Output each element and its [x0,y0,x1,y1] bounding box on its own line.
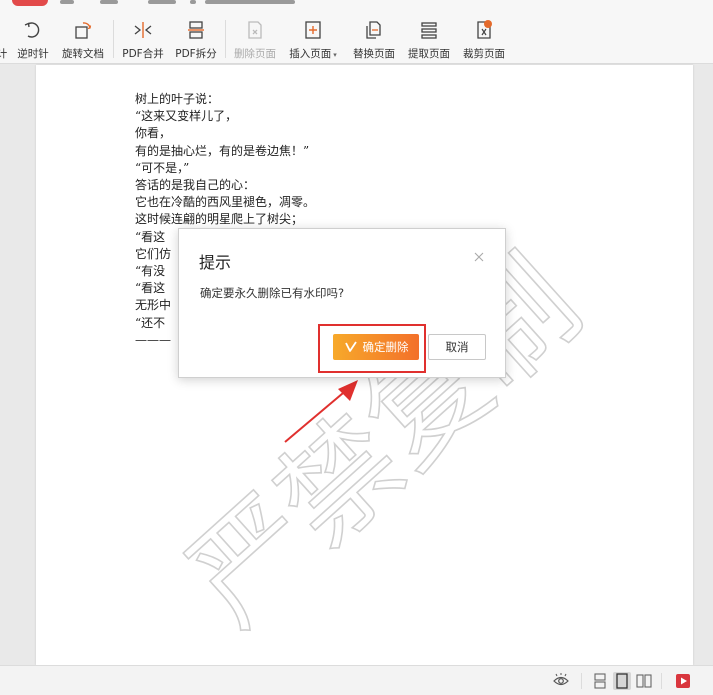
menu-item-fragment [148,0,176,4]
search-icon [190,0,196,4]
pdf-split-icon [184,18,208,42]
rotate-clockwise-icon [0,18,14,42]
menu-item-fragment [205,0,295,4]
crop-page-button[interactable]: 裁剪页面 [461,18,507,62]
page-toolbar: 计 逆时针 旋转文档 PDF合并 PDF拆分 删除页面 插入页面 ▾ 替换页面 … [0,14,713,64]
rotate-document-icon [71,18,95,42]
tool-label: 插入页面 ▾ [289,48,337,60]
tool-label: 删除页面 [234,48,276,60]
two-page-view-icon[interactable] [635,672,653,690]
app-tab[interactable] [12,0,48,6]
chevron-down-icon: ▾ [333,51,337,59]
toolbar-divider [225,20,226,58]
continuous-view-icon[interactable] [591,672,609,690]
single-page-view-icon[interactable] [613,672,631,690]
eye-icon[interactable] [552,672,570,690]
extract-page-button[interactable]: 提取页面 [406,18,452,62]
play-icon[interactable] [674,672,692,690]
rotate-document-button[interactable]: 旋转文档 [60,18,106,62]
statusbar-divider [581,673,582,689]
tool-label: PDF合并 [122,48,164,60]
crop-page-icon [472,18,496,42]
tool-label: 替换页面 [353,48,395,60]
tool-label: 计 [0,48,8,60]
rotate-counterclockwise-icon [21,18,45,42]
confirm-delete-button[interactable]: 确定删除 [333,334,419,360]
delete-page-button[interactable]: 删除页面 [232,18,278,62]
menu-item-fragment [60,0,74,4]
status-bar [0,665,713,695]
insert-page-button[interactable]: 插入页面 ▾ [288,18,338,62]
menu-strip [0,0,713,14]
menu-item-fragment [100,0,118,4]
statusbar-divider [661,673,662,689]
brand-v-icon [344,341,357,352]
close-icon[interactable] [473,251,485,263]
delete-page-icon [243,18,267,42]
dialog-title: 提示 [199,253,232,272]
dialog-message: 确定要永久删除已有水印吗? [200,286,345,300]
rotate-clockwise-button[interactable]: 计 [0,18,12,62]
pdf-merge-icon [131,18,155,42]
tool-label: 提取页面 [408,48,450,60]
tool-label: 逆时针 [17,48,49,60]
tool-label: PDF拆分 [175,48,217,60]
insert-page-icon [301,18,325,42]
cancel-button[interactable]: 取消 [428,334,486,360]
tool-label: 裁剪页面 [463,48,505,60]
toolbar-divider [113,20,114,58]
tool-label: 旋转文档 [62,48,104,60]
pdf-split-button[interactable]: PDF拆分 [173,18,219,62]
pdf-merge-button[interactable]: PDF合并 [120,18,166,62]
replace-page-button[interactable]: 替换页面 [351,18,397,62]
extract-page-icon [417,18,441,42]
replace-page-icon [362,18,386,42]
confirm-delete-label: 确定删除 [362,340,409,354]
confirm-dialog: 提示 确定要永久删除已有水印吗? 确定删除 取消 [178,228,506,378]
rotate-counterclockwise-button[interactable]: 逆时针 [14,18,52,62]
